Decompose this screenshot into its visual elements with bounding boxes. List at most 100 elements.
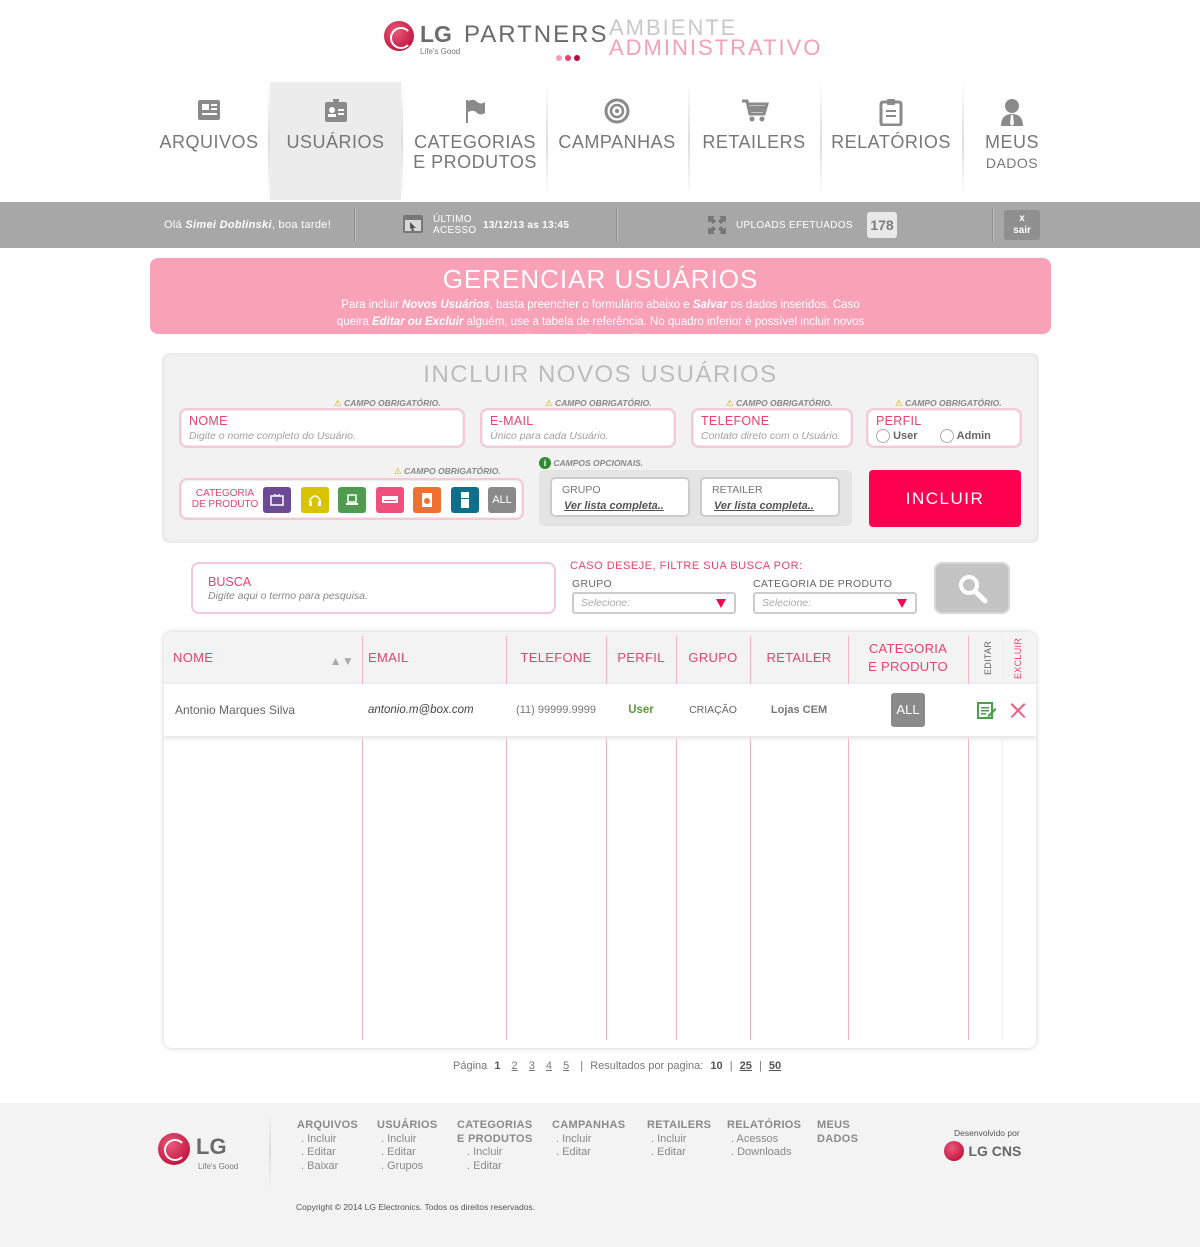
- nav-categorias[interactable]: CATEGORIAS E PRODUTOS: [405, 82, 545, 200]
- warning-icon: ⚠: [726, 398, 734, 408]
- cell-email: antonio.m@box.com: [368, 704, 474, 716]
- filter-categoria-select[interactable]: Selecione:: [753, 592, 917, 614]
- warning-icon: ⚠: [334, 398, 342, 408]
- nav-label: RETAILERS: [702, 132, 806, 152]
- delete-icon[interactable]: [1004, 684, 1032, 736]
- header: LG Life's Good PARTNERS AMBIENTE ADMINIS…: [0, 0, 1200, 82]
- pagination: Página 1 2 3 4 5 | Resultados por pagina…: [453, 1060, 782, 1072]
- footer-lg-brand: LG: [196, 1134, 227, 1159]
- footer-link[interactable]: . Incluir: [552, 1133, 625, 1147]
- footer-link[interactable]: . Baixar: [297, 1160, 358, 1174]
- user-name: Simei Doblinski: [185, 219, 272, 231]
- nav-label-line2: DADOS: [985, 155, 1039, 171]
- nav-label: USUÁRIOS: [286, 132, 385, 152]
- air-conditioner-icon[interactable]: [376, 487, 404, 513]
- optional-fields: GRUPO Ver lista completa.. RETAILER Ver …: [539, 470, 852, 526]
- footer-link[interactable]: . Downloads: [727, 1146, 801, 1160]
- warning-icon: ⚠: [545, 398, 553, 408]
- nav-label: CAMPANHAS: [558, 132, 676, 152]
- last-access-label: ÚLTIMO ACESSO: [433, 214, 477, 236]
- nav-campanhas[interactable]: CAMPANHAS: [548, 82, 686, 200]
- telefone-field[interactable]: TELEFONE Contato direto com o Usuário.: [691, 408, 853, 448]
- lg-tagline: Life's Good: [420, 47, 461, 56]
- info-banner: GERENCIAR USUÁRIOS Para incluir Novos Us…: [150, 258, 1051, 345]
- footer-col-arquivos: ARQUIVOS . Incluir . Editar . Baixar: [297, 1119, 359, 1174]
- page-link[interactable]: 4: [546, 1060, 552, 1072]
- nav-retailers[interactable]: RETAILERS: [690, 82, 818, 200]
- col-perfil[interactable]: PERFIL: [606, 632, 676, 684]
- search-input[interactable]: BUSCA Digite aqui o termo para pesquisa.: [191, 562, 556, 614]
- col-email[interactable]: EMAIL: [362, 632, 506, 684]
- footer-link[interactable]: . Editar: [552, 1146, 625, 1160]
- col-telefone[interactable]: TELEFONE: [506, 632, 606, 684]
- sort-icon[interactable]: ▲▼: [330, 652, 354, 670]
- col-grupo[interactable]: GRUPO: [676, 632, 750, 684]
- filter-grupo-select[interactable]: Selecione:: [572, 592, 736, 614]
- page-current: 1: [494, 1060, 501, 1072]
- footer-link[interactable]: . Editar: [377, 1146, 437, 1160]
- nav-label: MEUS: [984, 132, 1039, 152]
- footer-col-categorias: CATEGORIAS E PRODUTOS . Incluir . Editar: [457, 1119, 533, 1174]
- laptop-icon[interactable]: [338, 487, 366, 513]
- lg-cns-logo[interactable]: LG CNS: [944, 1141, 1021, 1161]
- col-retailer[interactable]: RETAILER: [750, 632, 848, 684]
- footer-link[interactable]: . Incluir: [297, 1133, 358, 1147]
- perfil-admin-radio[interactable]: Admin: [940, 429, 991, 443]
- retailer-list-link[interactable]: Ver lista completa..: [714, 500, 814, 512]
- cell-grupo: CRIAÇÃO: [689, 704, 737, 716]
- filter-title: CASO DESEJE, FILTRE SUA BUSCA POR:: [570, 560, 803, 572]
- table-header: NOME ▲▼ EMAIL TELEFONE PERFIL GRUPO RETA…: [164, 632, 1036, 684]
- page-link[interactable]: 2: [512, 1060, 518, 1072]
- nav-usuarios[interactable]: USUÁRIOS: [270, 82, 401, 200]
- page-link[interactable]: 3: [529, 1060, 535, 1072]
- nav-label-line2: E PRODUTOS: [413, 152, 537, 172]
- nav-meus-dados[interactable]: MEUS DADOS: [964, 82, 1060, 200]
- washer-icon[interactable]: [413, 487, 441, 513]
- nome-field[interactable]: NOME Digite o nome completo do Usuário.: [179, 408, 465, 448]
- search-button[interactable]: [934, 562, 1010, 614]
- uploads-icon: [708, 216, 726, 234]
- footer-col-retailers: RETAILERS . Incluir . Editar: [647, 1119, 712, 1160]
- partners-title: PARTNERS: [464, 21, 609, 48]
- banner-text: Para incluir Novos Usuários, basta preen…: [336, 299, 865, 345]
- grupo-field[interactable]: GRUPO Ver lista completa..: [550, 477, 690, 517]
- footer-link[interactable]: . Acessos: [727, 1133, 801, 1147]
- incluir-button[interactable]: INCLUIR: [869, 470, 1021, 527]
- logout-x: x: [1019, 213, 1025, 224]
- headphones-icon[interactable]: [301, 487, 329, 513]
- footer-link[interactable]: . Incluir: [377, 1133, 437, 1147]
- per-page-option[interactable]: 50: [769, 1060, 781, 1072]
- tv-icon[interactable]: [263, 487, 291, 513]
- nav-arquivos[interactable]: ARQUIVOS: [150, 82, 268, 200]
- col-nome[interactable]: NOME ▲▼: [164, 632, 362, 684]
- col-excluir: EXCLUIR: [1013, 637, 1023, 679]
- per-page-option[interactable]: 25: [740, 1060, 752, 1072]
- footer-link[interactable]: . Editar: [457, 1160, 533, 1174]
- footer-link[interactable]: . Incluir: [647, 1133, 711, 1147]
- categoria-label: CATEGORIA DE PRODUTO: [191, 488, 259, 510]
- required-note: ⚠ CAMPO OBRIGATÓRIO.: [394, 466, 501, 476]
- grupo-list-link[interactable]: Ver lista completa..: [564, 500, 664, 512]
- page-link[interactable]: 5: [563, 1060, 569, 1072]
- footer-link[interactable]: . Grupos: [377, 1160, 437, 1174]
- edit-icon[interactable]: [972, 684, 1002, 736]
- perfil-user-radio[interactable]: User: [876, 429, 918, 443]
- lg-logo-icon: [384, 21, 414, 51]
- retailer-field[interactable]: RETAILER Ver lista completa..: [700, 477, 840, 517]
- nav-relatorios[interactable]: RELATÓRIOS: [822, 82, 960, 200]
- footer-lg-logo[interactable]: LG Life's Good: [158, 1133, 248, 1173]
- footer-link[interactable]: . Editar: [297, 1146, 358, 1160]
- refrigerator-icon[interactable]: [451, 487, 479, 513]
- col-categoria[interactable]: CATEGORIA E PRODUTO: [848, 632, 968, 684]
- page-title: GERENCIAR USUÁRIOS: [442, 264, 759, 294]
- footer-tagline: Life's Good: [198, 1162, 239, 1171]
- footer-link[interactable]: . Editar: [647, 1146, 711, 1160]
- logout-button[interactable]: x sair: [1004, 210, 1040, 240]
- lg-logo[interactable]: LG Life's Good: [384, 19, 464, 59]
- footer-link[interactable]: . Incluir: [457, 1146, 533, 1160]
- email-field[interactable]: E-MAIL Único para cada Usuário.: [480, 408, 676, 448]
- pagination-label: Página: [453, 1060, 488, 1072]
- table-row[interactable]: Antonio Marques Silva antonio.m@box.com …: [164, 684, 1036, 736]
- warning-icon: ⚠: [394, 466, 402, 476]
- category-all-button[interactable]: ALL: [488, 487, 516, 513]
